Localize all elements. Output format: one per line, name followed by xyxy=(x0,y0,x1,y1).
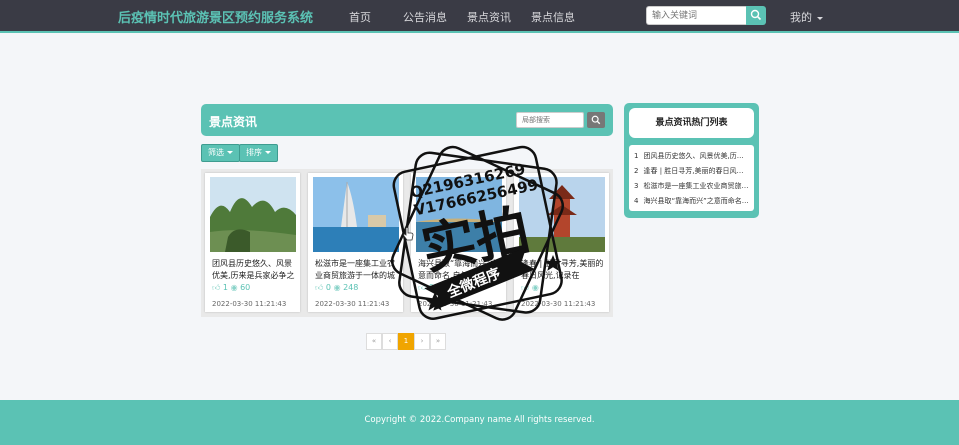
card-thumbnail-image xyxy=(416,177,502,252)
hand-cursor-icon xyxy=(403,227,414,241)
nav-attraction-info[interactable]: 景点信息 xyxy=(531,9,575,25)
view-count: 248 xyxy=(343,283,359,292)
card-thumbnail-image xyxy=(313,177,399,252)
search-icon xyxy=(591,115,601,125)
search-icon xyxy=(750,9,762,21)
pagination-next[interactable]: › xyxy=(414,333,430,350)
like-count: 0 xyxy=(428,283,435,292)
card-thumbnail-image xyxy=(210,177,296,252)
user-menu[interactable]: 我的 xyxy=(790,9,823,25)
card-title: 海兴县取“靠海而兴”之意而命名,自然风光 xyxy=(418,259,499,280)
search-input[interactable] xyxy=(646,6,746,25)
hot-list-rank: 2 xyxy=(634,167,639,175)
local-search-input[interactable] xyxy=(516,112,584,128)
eye-icon: ◉ xyxy=(531,283,539,292)
site-brand[interactable]: 后疫情时代旅游景区预约服务系统 xyxy=(118,7,313,26)
news-card[interactable]: 海兴县取“靠海而兴”之意而命名,自然风光 👍︎ 0 ◉ 2022-03-30 1… xyxy=(411,173,506,312)
local-search-button[interactable] xyxy=(587,112,605,128)
news-card[interactable]: 松滋市是一座集工业农业商贸旅游于一体的城市 👍︎ 0 ◉ 248 2022-03… xyxy=(308,173,403,312)
hot-list-title: 景点资讯热门列表 xyxy=(629,108,754,138)
footer: Copyright © 2022.Company name All rights… xyxy=(0,400,959,445)
pagination-last[interactable]: » xyxy=(430,333,446,350)
eye-icon: ◉ xyxy=(230,283,238,292)
hot-list-item[interactable]: 3 松滋市是一座集工业农业商贸旅游于一体的城市 xyxy=(634,181,750,191)
chevron-down-icon xyxy=(817,16,823,20)
sort-button[interactable]: 排序 xyxy=(239,144,278,162)
filter-button[interactable]: 筛选 xyxy=(201,144,240,162)
hot-list-rank: 3 xyxy=(634,182,639,190)
like-count: 0 xyxy=(325,283,332,292)
thumb-up-icon: 👍︎ xyxy=(315,283,324,292)
search-button[interactable] xyxy=(746,6,766,25)
hot-list-text: 团风县历史悠久、风景优美,历来是兵家必争之地 xyxy=(643,152,750,160)
user-menu-label: 我的 xyxy=(790,11,812,24)
filter-label: 筛选 xyxy=(208,148,224,157)
top-nav: 后疫情时代旅游景区预约服务系统 首页 公告消息 景点资讯 景点信息 我的 xyxy=(0,0,959,33)
thumb-up-icon: 👍︎ xyxy=(418,283,427,292)
hot-list-item[interactable]: 1 团风县历史悠久、风景优美,历来是兵家必争之地 xyxy=(634,151,750,161)
card-title: 逢春 | 胜日寻芳,美丽的春日风光,记录在 xyxy=(521,259,604,280)
thumb-up-icon: 👍︎ xyxy=(521,283,530,292)
pagination-page-1[interactable]: 1 xyxy=(398,333,414,350)
card-date: 2022-03-30 11:21:43 xyxy=(418,300,493,308)
nav-home[interactable]: 首页 xyxy=(349,9,371,25)
pagination-prev[interactable]: ‹ xyxy=(382,333,398,350)
hot-list-text: 逢春 | 胜日寻芳,美丽的春日风光,记录在 xyxy=(643,167,750,175)
chevron-down-icon xyxy=(227,151,233,154)
nav-attraction-news[interactable]: 景点资讯 xyxy=(467,9,511,25)
card-stats: 👍︎ 1 ◉ 60 xyxy=(212,283,250,293)
like-count: 1 xyxy=(222,283,229,292)
card-title: 松滋市是一座集工业农业商贸旅游于一体的城市 xyxy=(315,259,395,280)
card-date: 2022-03-30 11:21:43 xyxy=(212,300,287,308)
hot-list-item[interactable]: 4 海兴县取“靠海而兴”之意而命名,自然风光 xyxy=(634,196,750,206)
hot-list-panel: 景点资讯热门列表 1 团风县历史悠久、风景优美,历来是兵家必争之地 2 逢春 | 胜… xyxy=(624,103,759,218)
card-stats: 👍︎ 0 ◉ xyxy=(418,283,444,293)
hot-list: 1 团风县历史悠久、风景优美,历来是兵家必争之地 2 逢春 | 胜日寻芳,美丽的春日… xyxy=(629,145,754,211)
pagination-first[interactable]: « xyxy=(366,333,382,350)
eye-icon: ◉ xyxy=(436,283,444,292)
hot-list-text: 海兴县取“靠海而兴”之意而命名,自然风光 xyxy=(643,197,750,205)
hot-list-rank: 1 xyxy=(634,152,639,160)
thumb-up-icon: 👍︎ xyxy=(212,283,221,292)
chevron-down-icon xyxy=(265,151,271,154)
eye-icon: ◉ xyxy=(333,283,341,292)
card-date: 2022-03-30 11:21:43 xyxy=(521,300,596,308)
copyright-text: Copyright © 2022.Company name All rights… xyxy=(364,415,595,425)
sort-label: 排序 xyxy=(246,148,262,157)
card-title: 团风县历史悠久、风景优美,历来是兵家必争之地 xyxy=(212,259,295,280)
card-date: 2022-03-30 11:21:43 xyxy=(315,300,390,308)
hot-list-item[interactable]: 2 逢春 | 胜日寻芳,美丽的春日风光,记录在 xyxy=(634,166,750,176)
news-panel-header: 景点资讯 xyxy=(201,104,613,136)
card-stats: 👍︎ 0 ◉ 248 xyxy=(315,283,358,293)
hot-list-rank: 4 xyxy=(634,197,639,205)
hot-list-text: 松滋市是一座集工业农业商贸旅游于一体的城市 xyxy=(643,182,750,190)
news-card[interactable]: 逢春 | 胜日寻芳,美丽的春日风光,记录在 👍︎ ◉ 2022-03-30 11… xyxy=(514,173,609,312)
card-thumbnail-image xyxy=(519,177,605,252)
news-card-grid: 团风县历史悠久、风景优美,历来是兵家必争之地 👍︎ 1 ◉ 60 2022-03… xyxy=(201,169,613,317)
card-stats: 👍︎ ◉ xyxy=(521,283,539,293)
view-count: 60 xyxy=(240,283,251,292)
panel-title: 景点资讯 xyxy=(209,115,258,129)
nav-announcements[interactable]: 公告消息 xyxy=(403,9,447,25)
news-card[interactable]: 团风县历史悠久、风景优美,历来是兵家必争之地 👍︎ 1 ◉ 60 2022-03… xyxy=(205,173,300,312)
